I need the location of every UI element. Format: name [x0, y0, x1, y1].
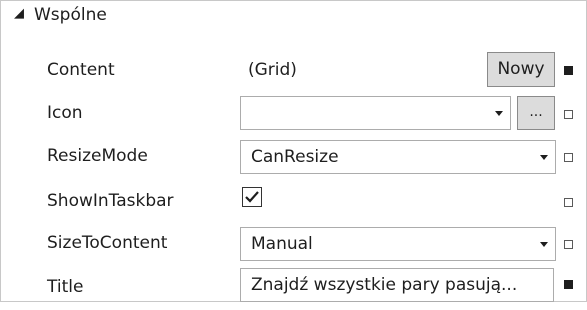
content-value: (Grid) [248, 60, 297, 80]
chevron-down-icon[interactable] [540, 242, 548, 247]
property-set-marker-icon[interactable] [564, 66, 573, 75]
property-row-icon: Icon ... [0, 92, 585, 136]
property-row-showintaskbar: ShowInTaskbar [0, 180, 585, 224]
checkmark-icon [245, 191, 259, 203]
new-button[interactable]: Nowy [487, 52, 555, 87]
browse-button[interactable]: ... [517, 96, 555, 130]
resizemode-dropdown[interactable]: CanResize [240, 140, 556, 174]
property-label: Icon [47, 103, 83, 123]
icon-dropdown[interactable] [240, 96, 511, 130]
property-label: Title [47, 277, 84, 297]
sizetocontent-value: Manual [251, 234, 313, 254]
property-row-title: Title Znajdź wszystkie pary pasują... [0, 266, 585, 310]
chevron-down-icon[interactable] [540, 155, 548, 160]
property-default-marker-icon[interactable] [564, 198, 573, 207]
sizetocontent-dropdown[interactable]: Manual [240, 227, 556, 261]
category-title: Wspólne [34, 5, 107, 25]
title-textbox[interactable]: Znajdź wszystkie pary pasują... [240, 268, 554, 302]
property-label: SizeToContent [47, 233, 168, 253]
category-header-wspolne[interactable]: ◢ Wspólne [0, 0, 585, 36]
property-default-marker-icon[interactable] [564, 110, 573, 119]
triangle-expanded-icon[interactable]: ◢ [14, 6, 24, 21]
chevron-down-icon[interactable] [495, 111, 503, 116]
property-default-marker-icon[interactable] [564, 240, 573, 249]
resizemode-value: CanResize [251, 147, 339, 167]
property-label: Content [47, 60, 115, 80]
showintaskbar-checkbox[interactable] [242, 187, 262, 207]
property-row-sizetocontent: SizeToContent Manual [0, 222, 585, 266]
property-row-content: Content (Grid) Nowy [0, 49, 585, 93]
property-default-marker-icon[interactable] [564, 153, 573, 162]
property-set-marker-icon[interactable] [564, 280, 573, 289]
property-label: ShowInTaskbar [47, 191, 174, 211]
property-row-resizemode: ResizeMode CanResize [0, 135, 585, 179]
title-value: Znajdź wszystkie pary pasują... [251, 275, 518, 295]
property-label: ResizeMode [47, 146, 148, 166]
